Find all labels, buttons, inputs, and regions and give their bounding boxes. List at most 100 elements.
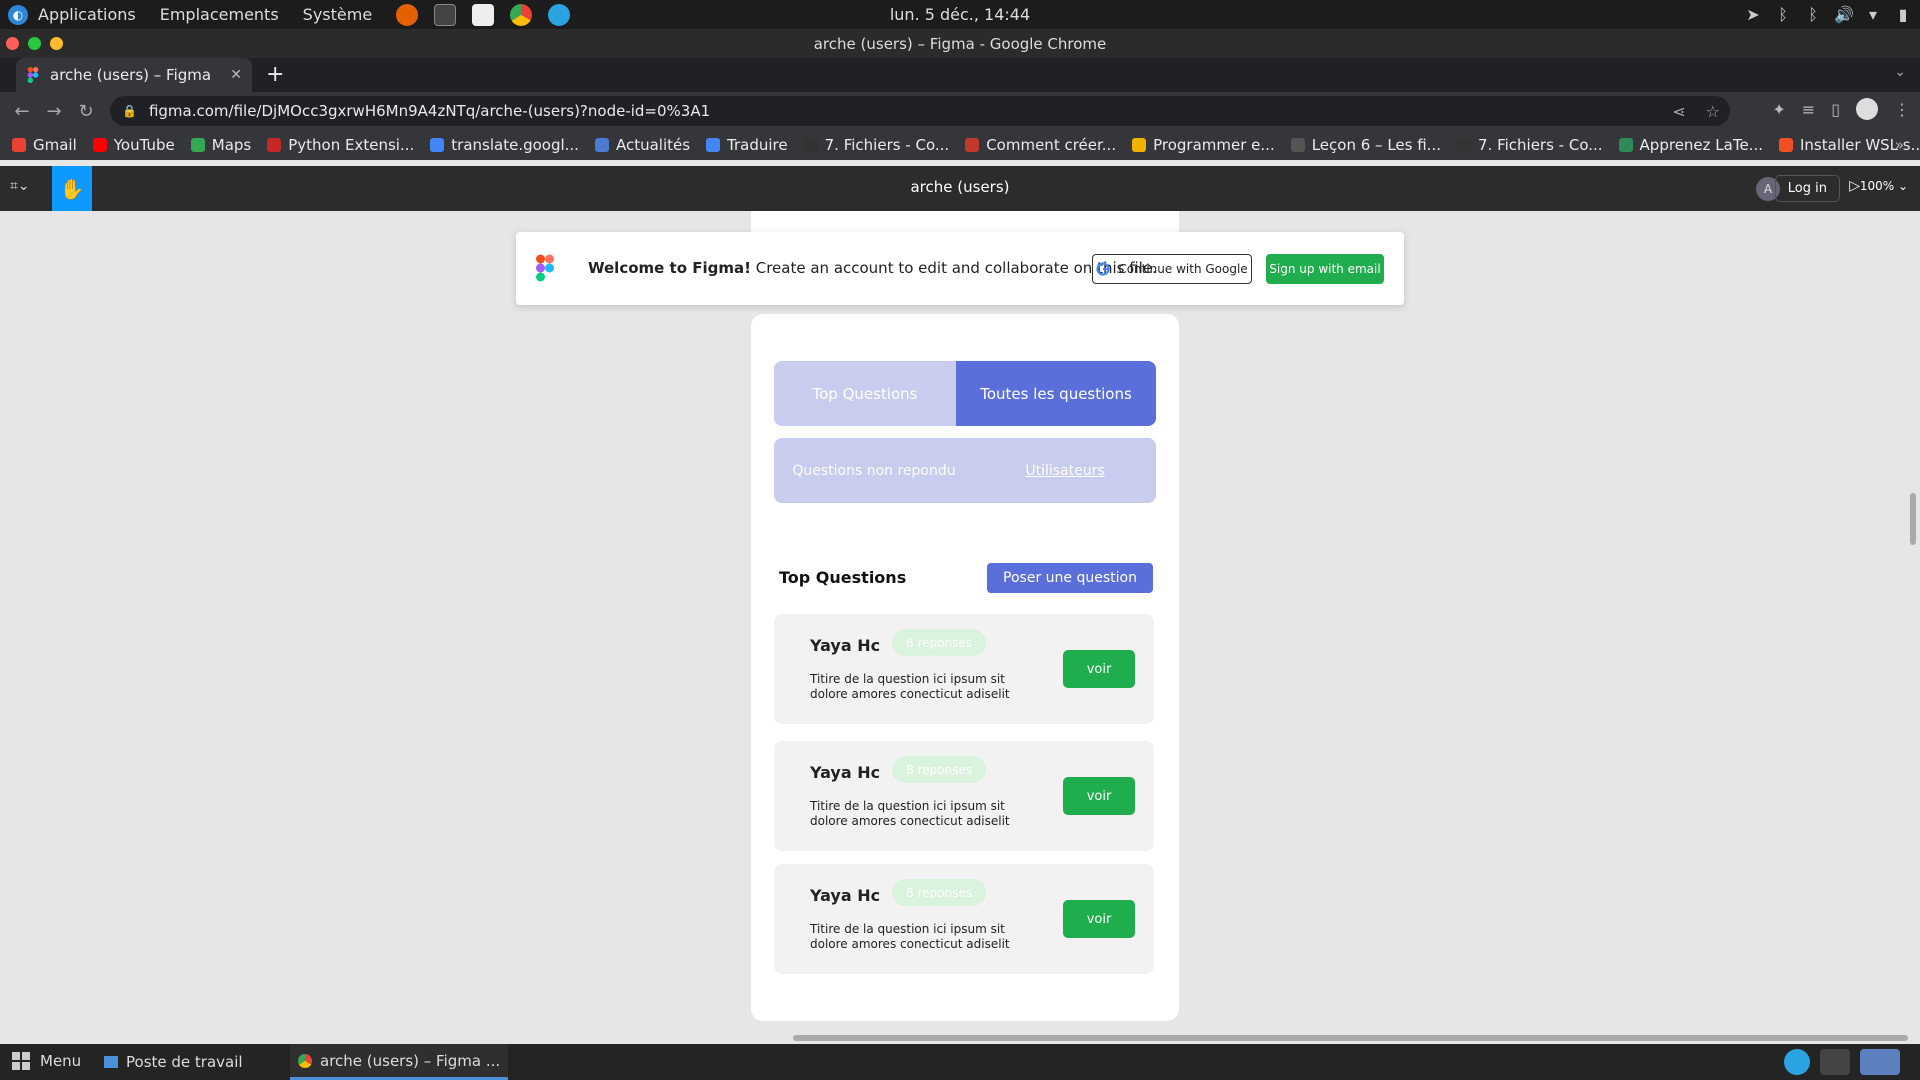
continue-with-google-button[interactable]: Continue with Google	[1092, 254, 1252, 284]
design-frame[interactable]: Top Questions Toutes les questions Quest…	[751, 314, 1179, 1021]
bookmark-star-icon[interactable]: ☆	[1706, 102, 1720, 121]
maximize-window-icon[interactable]	[50, 37, 63, 50]
banner-message: Welcome to Figma! Create an account to e…	[588, 259, 1157, 277]
bookmark-item[interactable]: Maps	[190, 136, 252, 154]
question-text: Titire de la question ici ipsum sit dolo…	[810, 922, 1010, 951]
taskbar-menu-button[interactable]: Menu	[12, 1052, 81, 1070]
tab-title: arche (users) – Figma	[50, 66, 212, 84]
bookmark-label: YouTube	[113, 136, 175, 154]
hand-tool-icon[interactable]: ✋	[52, 166, 92, 211]
voir-button[interactable]: voir	[1063, 900, 1135, 938]
browser-tab[interactable]: arche (users) – Figma ✕	[16, 58, 252, 92]
chrome-tray-icon[interactable]	[1860, 1049, 1900, 1075]
voir-button[interactable]: voir	[1063, 650, 1135, 688]
lock-icon[interactable]: 🔒	[122, 104, 137, 118]
bookmark-item[interactable]: Traduire	[706, 136, 788, 154]
figma-main-menu-icon[interactable]: ⌗⌄	[10, 178, 30, 194]
share-icon[interactable]: ⋖	[1672, 102, 1685, 121]
battery-icon[interactable]: ▮	[1894, 5, 1912, 24]
tab-toutes-les-questions[interactable]: Toutes les questions	[956, 361, 1156, 426]
bookmark-item[interactable]: Gmail	[12, 136, 77, 154]
ask-question-button[interactable]: Poser une question	[987, 563, 1153, 593]
figma-canvas[interactable]: Top Questions Toutes les questions Quest…	[0, 211, 1920, 1044]
telegram-icon[interactable]	[548, 3, 571, 26]
bookmark-favicon-icon	[190, 138, 205, 152]
bookmark-item[interactable]: Programmer e...	[1132, 136, 1275, 154]
zoom-level[interactable]: 100% ⌄	[1860, 179, 1908, 193]
login-button[interactable]: Log in	[1774, 175, 1840, 202]
url-text: figma.com/file/DjMOcc3gxrwH6Mn9A4zNTq/ar…	[148, 102, 711, 120]
bookmark-item[interactable]: 7. Fichiers - Co...	[1456, 136, 1603, 154]
address-bar[interactable]: 🔒 figma.com/file/DjMOcc3gxrwH6Mn9A4zNTq/…	[110, 96, 1730, 126]
horizontal-scrollbar[interactable]	[793, 1035, 1908, 1041]
os-logo-icon[interactable]: ◐	[8, 4, 28, 25]
bookmark-item[interactable]: Comment créer...	[965, 136, 1116, 154]
firefox-icon[interactable]	[396, 3, 419, 26]
minimize-window-icon[interactable]	[28, 37, 41, 50]
figma-file-title: arche (users)	[910, 178, 1010, 196]
computer-icon	[104, 1056, 118, 1068]
power-icon[interactable]	[1784, 1049, 1810, 1075]
chrome-icon	[298, 1053, 312, 1068]
bookmark-item[interactable]: YouTube	[92, 136, 175, 154]
answers-badge: 8 reponses	[892, 629, 986, 656]
tab-top-questions[interactable]: Top Questions	[774, 361, 956, 426]
banner-welcome: Welcome to Figma!	[588, 259, 751, 277]
question-author: Yaya Hc	[810, 886, 881, 905]
tab-close-icon[interactable]: ✕	[230, 67, 242, 83]
forward-icon[interactable]: →	[38, 101, 70, 122]
window-title: arche (users) – Figma - Google Chrome	[813, 34, 1107, 53]
bookmark-label: Maps	[211, 136, 252, 154]
taskbar-item-label: Poste de travail	[126, 1053, 243, 1071]
bookmark-item[interactable]: Actualités	[594, 136, 690, 154]
close-window-icon[interactable]	[6, 37, 19, 50]
bookmark-item[interactable]: Python Extensi...	[267, 136, 414, 154]
sign-up-email-button[interactable]: Sign up with email	[1266, 254, 1384, 284]
os-taskbar: Menu Poste de travail arche (users) – Fi…	[0, 1044, 1920, 1080]
bookmark-favicon-icon	[1779, 138, 1793, 152]
profile-avatar[interactable]	[1856, 98, 1878, 120]
os-menu-systeme[interactable]: Système	[303, 5, 373, 24]
extensions-icon[interactable]: ✦	[1772, 100, 1785, 119]
bookmark-favicon-icon	[1132, 138, 1147, 152]
vertical-scrollbar[interactable]	[1910, 493, 1916, 545]
send-icon[interactable]: ➤	[1744, 5, 1762, 24]
new-tab-icon[interactable]: +	[266, 62, 284, 87]
tab-utilisateurs[interactable]: Utilisateurs	[974, 463, 1156, 479]
bluetooth-icon-2[interactable]: ᛒ	[1804, 5, 1822, 24]
answers-badge: 8 reponses	[892, 756, 986, 783]
taskbar-item-chrome[interactable]: arche (users) – Figma ...	[290, 1044, 509, 1080]
chrome-icon[interactable]	[510, 3, 533, 26]
bluetooth-icon[interactable]: ᛒ	[1774, 5, 1792, 24]
wifi-icon[interactable]: ▾	[1864, 5, 1882, 24]
bookmark-item[interactable]: 7. Fichiers - Co...	[803, 136, 950, 154]
side-panel-icon[interactable]: ▯	[1831, 100, 1840, 119]
bookmark-label: Apprenez LaTe...	[1639, 136, 1763, 154]
os-clock[interactable]: lun. 5 déc., 14:44	[890, 5, 1030, 24]
media-icon[interactable]: ≡	[1802, 100, 1815, 119]
taskbar-item-poste-de-travail[interactable]: Poste de travail	[96, 1044, 251, 1080]
text-editor-icon[interactable]	[472, 3, 495, 26]
reload-icon[interactable]: ↻	[70, 101, 102, 122]
question-card: Yaya Hc 8 reponses Titire de la question…	[774, 741, 1154, 851]
bookmarks-overflow-icon[interactable]: »	[1895, 136, 1904, 154]
question-card: Yaya Hc 8 reponses Titire de la question…	[774, 614, 1154, 724]
bookmark-item[interactable]: Leçon 6 – Les fi...	[1290, 136, 1441, 154]
bookmark-favicon-icon	[12, 138, 26, 152]
back-icon[interactable]: ←	[6, 101, 38, 122]
os-menu-emplacements[interactable]: Emplacements	[160, 5, 279, 24]
chrome-menu-icon[interactable]: ⋮	[1894, 100, 1910, 119]
os-menu-applications[interactable]: Applications	[38, 5, 136, 24]
bookmark-label: 7. Fichiers - Co...	[824, 136, 950, 154]
present-play-icon[interactable]: ▷	[1849, 178, 1860, 194]
bookmark-item[interactable]: translate.googl...	[430, 136, 579, 154]
bookmark-item[interactable]: Apprenez LaTe...	[1618, 136, 1763, 154]
figma-toolbar: ⌗⌄ ✋ arche (users) A Log in ▷ 100% ⌄	[0, 166, 1920, 211]
tab-questions-non-repondu[interactable]: Questions non repondu	[774, 463, 974, 479]
screenshot-icon[interactable]	[1820, 1049, 1850, 1075]
tab-search-icon[interactable]: ⌄	[1894, 64, 1906, 80]
terminal-icon[interactable]	[434, 3, 457, 26]
voir-button[interactable]: voir	[1063, 777, 1135, 815]
volume-icon[interactable]: 🔊	[1834, 5, 1854, 24]
google-button-label: Continue with Google	[1118, 262, 1248, 276]
